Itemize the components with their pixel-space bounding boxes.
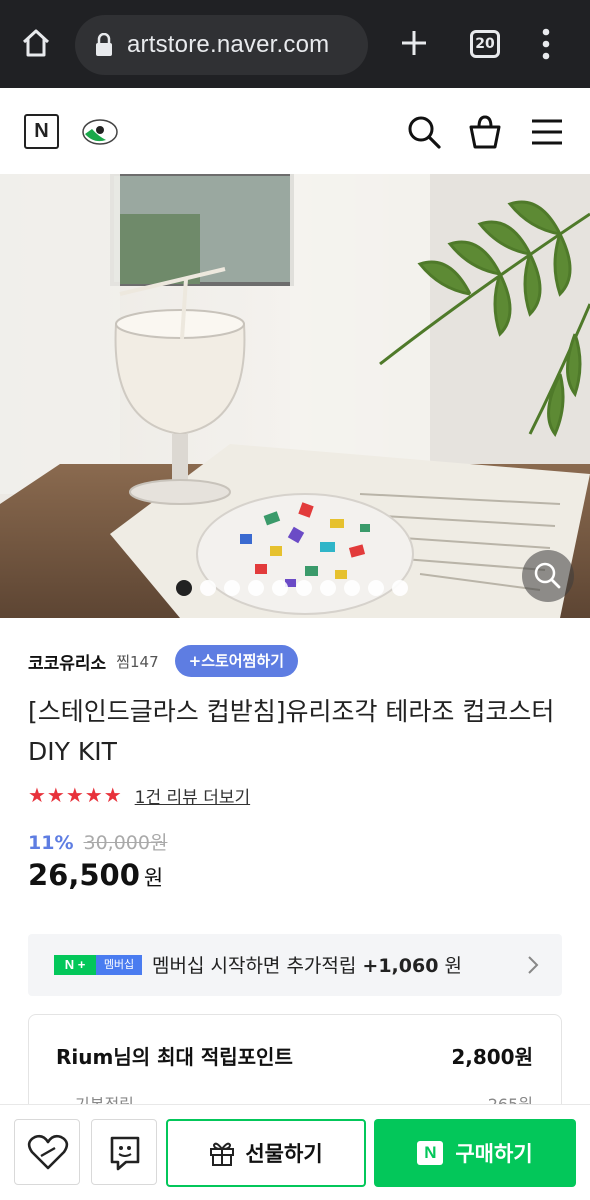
store-row: 코코유리소 찜147 +스토어찜하기	[28, 645, 299, 677]
membership-amount: +1,060	[362, 955, 439, 977]
product-title: [스테인드글라스 컵받침]유리조각 테라조 컵코스터 DIY KIT	[28, 697, 555, 766]
membership-unit: 원	[438, 955, 462, 977]
points-total: 2,800원	[451, 1045, 533, 1069]
pagination-dot[interactable]	[200, 580, 216, 596]
store-favorite-button[interactable]: +스토어찜하기	[174, 645, 299, 677]
menu-icon[interactable]	[529, 114, 565, 150]
chevron-right-icon	[528, 956, 539, 974]
naver-plus-logo: N +	[54, 955, 96, 975]
pagination-dot[interactable]	[224, 580, 240, 596]
talk-icon	[110, 1136, 140, 1171]
sale-price: 26,500	[28, 858, 140, 892]
browser-toolbar: artstore.naver.com 20	[0, 0, 590, 88]
heart-icon	[27, 1134, 69, 1170]
gift-label: 선물하기	[245, 1142, 323, 1166]
naver-pay-icon: N	[417, 1141, 444, 1165]
membership-badge-label: 멤버십	[96, 955, 142, 975]
pagination-dot[interactable]	[176, 580, 192, 596]
membership-text: 멤버십 시작하면 추가적립 +1,060 원	[152, 951, 462, 978]
home-icon[interactable]	[20, 27, 52, 59]
store-header: N	[0, 88, 590, 174]
tabs-icon[interactable]: 20	[470, 30, 500, 58]
address-bar[interactable]: artstore.naver.com	[75, 15, 368, 75]
buy-label: 구매하기	[455, 1142, 533, 1166]
pagination-dot[interactable]	[344, 580, 360, 596]
discount-rate: 11%	[28, 832, 74, 854]
zoom-icon	[534, 562, 561, 589]
points-title: Rium님의 최대 적립포인트	[56, 1045, 293, 1069]
url-text: artstore.naver.com	[127, 31, 330, 58]
product-image[interactable]	[0, 174, 590, 618]
bottom-action-bar: 선물하기 N 구매하기	[0, 1104, 590, 1200]
buy-button[interactable]: N 구매하기	[374, 1119, 576, 1187]
wishlist-button[interactable]	[14, 1119, 80, 1185]
more-vert-icon[interactable]	[538, 27, 554, 61]
review-row: ★★★★★ 1건 리뷰 더보기	[28, 782, 250, 808]
naver-plus-badge: N + 멤버십	[54, 955, 142, 975]
pagination-dot[interactable]	[392, 580, 408, 596]
price-unit: 원	[143, 866, 164, 890]
pagination-dot[interactable]	[368, 580, 384, 596]
gift-icon	[210, 1142, 235, 1166]
price-row: 26,500 원	[28, 858, 163, 892]
rating-stars: ★★★★★	[28, 783, 123, 807]
cart-icon[interactable]	[467, 114, 503, 150]
zoom-button[interactable]	[522, 550, 574, 602]
image-pagination[interactable]	[176, 580, 408, 596]
pagination-dot[interactable]	[296, 580, 312, 596]
product-photo	[0, 174, 590, 618]
new-tab-icon[interactable]	[398, 27, 430, 59]
lock-icon	[96, 33, 112, 56]
discount-row: 11% 30,000원	[28, 828, 167, 855]
store-name[interactable]: 코코유리소	[28, 649, 106, 674]
membership-banner[interactable]: N + 멤버십 멤버십 시작하면 추가적립 +1,060 원	[28, 934, 562, 996]
naver-logo[interactable]: N	[24, 114, 59, 149]
review-link[interactable]: 1건 리뷰 더보기	[135, 783, 250, 808]
zzim-count: 찜147	[116, 652, 159, 671]
pagination-dot[interactable]	[248, 580, 264, 596]
pagination-dot[interactable]	[320, 580, 336, 596]
membership-message: 멤버십 시작하면 추가적립	[152, 955, 363, 977]
pagination-dot[interactable]	[272, 580, 288, 596]
search-icon[interactable]	[406, 114, 442, 150]
original-price: 30,000원	[83, 832, 168, 854]
store-logo-icon[interactable]	[80, 114, 120, 150]
talk-button[interactable]	[91, 1119, 157, 1185]
gift-button[interactable]: 선물하기	[166, 1119, 366, 1187]
